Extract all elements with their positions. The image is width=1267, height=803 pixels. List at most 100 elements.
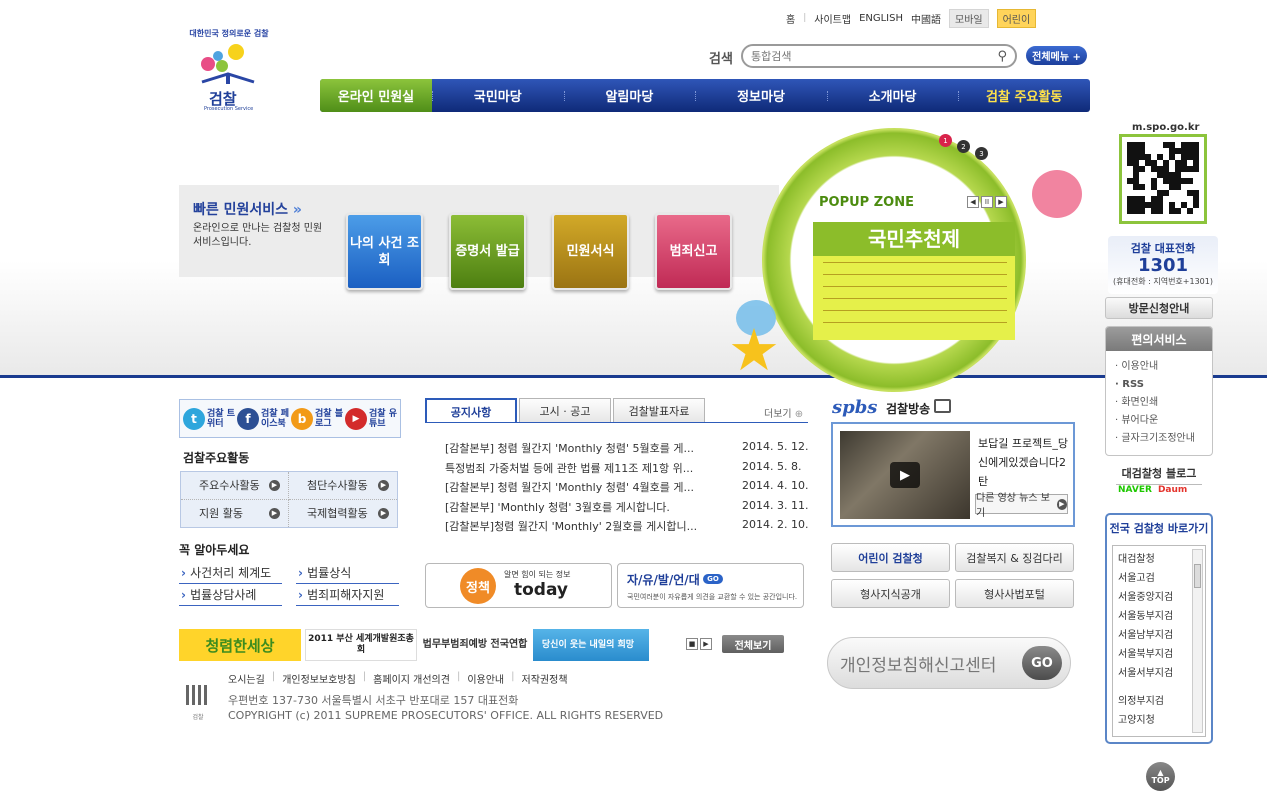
kids-prosecution-button[interactable]: 어린이 검찰청 — [831, 543, 950, 572]
popup-next-icon[interactable]: ▶ — [995, 196, 1007, 208]
conv-print-link[interactable]: 화면인쇄 — [1115, 394, 1212, 412]
popup-pause-icon[interactable]: II — [981, 196, 993, 208]
convenience-title: 편의서비스 — [1106, 327, 1212, 351]
privacy-report-banner[interactable]: 개인정보침해신고센터 GO — [827, 637, 1071, 689]
free-speech-banner[interactable]: 자/유/발/언/대 GO 국민여러분이 자유롭게 의견을 교환할 수 있는 공간… — [617, 563, 804, 608]
visit-apply-button[interactable]: 방문신청안내 — [1105, 297, 1213, 319]
prosecution-logo[interactable]: 대한민국 정의로운 검찰 검찰 Prosecution Service — [178, 22, 278, 114]
footer-logo-text: 검찰 — [192, 714, 204, 721]
footer-link[interactable]: 오시는길 — [228, 671, 265, 686]
crime-report-button[interactable]: 범죄신고 — [655, 213, 732, 290]
nationwide-offices-panel: 전국 검찰청 바로가기 대검찰청 서울고검 서울중앙지검 서울동부지검 서울남부… — [1105, 513, 1213, 744]
activity-item[interactable]: 주요수사활동 ▶ — [181, 472, 289, 500]
view-all-button[interactable]: 전체보기 — [722, 635, 784, 653]
footer-link[interactable]: 개인정보보호방침 — [282, 671, 356, 686]
must-know-item[interactable]: 범죄피해자지원 — [296, 584, 399, 606]
must-know-item[interactable]: 법률상식 — [296, 562, 399, 584]
popup-page-1[interactable]: 1 — [939, 134, 952, 147]
conv-rss-link[interactable]: RSS — [1115, 376, 1212, 394]
sns-twitter[interactable]: t 검찰 트위터 — [183, 407, 235, 430]
more-videos-button[interactable]: 다른 영상 뉴스 보기 ▶ — [975, 493, 1068, 519]
banner-clean-world[interactable]: 청렴한세상 — [179, 629, 301, 661]
conv-guide-link[interactable]: 이용안내 — [1115, 358, 1212, 376]
criminal-justice-portal-button[interactable]: 형사사법포털 — [955, 579, 1074, 608]
daum-blog-link[interactable]: Daum — [1158, 485, 1187, 495]
spbs-title: 검찰방송 — [886, 402, 931, 416]
popup-page-2[interactable]: 2 — [957, 140, 970, 153]
nav-public-square[interactable]: 국민마당 — [432, 79, 564, 112]
conv-viewer-link[interactable]: 뷰어다운 — [1115, 412, 1212, 430]
util-home-link[interactable]: 홈 — [786, 11, 795, 26]
nav-online-civil[interactable]: 온라인 민원실 — [320, 79, 432, 112]
tab-press-release[interactable]: 검찰발표자료 — [613, 398, 705, 423]
tab-notice[interactable]: 공지사항 — [425, 398, 517, 423]
tab-announcement[interactable]: 고시 · 공고 — [519, 398, 611, 423]
my-case-button[interactable]: 나의 사건 조회 — [346, 213, 423, 290]
banner-hope[interactable]: 당신이 웃는 내일의 희망 — [533, 629, 649, 661]
must-know-item[interactable]: 사건처리 체계도 — [179, 562, 282, 584]
naver-blog-link[interactable]: NAVER — [1118, 485, 1152, 495]
youtube-icon: ▶ — [345, 407, 367, 430]
notice-row[interactable]: [감찰본부] 청렴 월간지 'Monthly 청렴' 5월호를 게... 2014… — [445, 440, 810, 460]
notice-row[interactable]: [감찰본부] 청렴 월간지 'Monthly 청렴' 4월호를 게... 2014… — [445, 479, 810, 499]
activity-item[interactable]: 지원 활동 ▶ — [181, 499, 289, 527]
privacy-go-button[interactable]: GO — [1022, 646, 1062, 680]
arrow-right-icon: ▶ — [269, 479, 280, 491]
civil-forms-button[interactable]: 민원서식 — [552, 213, 629, 290]
must-know-item[interactable]: 법률상담사례 — [179, 584, 282, 606]
activity-label: 주요수사활동 — [199, 479, 260, 493]
search-input[interactable] — [751, 49, 971, 63]
play-icon[interactable]: ▶ — [890, 462, 920, 488]
notice-row[interactable]: [감찰본부] 'Monthly 청렴' 3월호를 게시합니다. 2014. 3. … — [445, 499, 810, 519]
popup-prev-icon[interactable]: ◀ — [967, 196, 979, 208]
sns-facebook[interactable]: f 검찰 페이스북 — [237, 407, 289, 430]
footer-divider: | — [456, 671, 461, 682]
flower-decoration — [1032, 170, 1082, 218]
popup-banner-content — [823, 262, 1007, 334]
all-menu-button[interactable]: 전체메뉴 + — [1026, 46, 1087, 65]
search-icon[interactable]: ⚲ — [997, 49, 1007, 64]
nav-main-activities[interactable]: 검찰 주요활동 — [958, 79, 1090, 112]
top-button[interactable]: ▲ TOP — [1146, 762, 1175, 791]
search-label: 검색 — [709, 52, 733, 67]
policy-today-banner[interactable]: 정책 알면 힘이 되는 정보 today — [425, 563, 612, 608]
strip-next-icon[interactable]: ▶ — [700, 638, 712, 650]
kids-tag[interactable]: 어린이 — [996, 8, 1037, 28]
criminal-knowledge-button[interactable]: 형사지식공개 — [831, 579, 950, 608]
activity-item[interactable]: 국제협력활동 ▶ — [289, 500, 397, 528]
twitter-icon: t — [183, 407, 205, 430]
conv-fontsize-link[interactable]: 글자크기조정안내 — [1115, 430, 1212, 448]
top-label: TOP — [1151, 775, 1170, 785]
util-chinese-link[interactable]: 中國語 — [911, 11, 941, 26]
sns-youtube[interactable]: ▶ 검찰 유튜브 — [345, 407, 397, 430]
sns-blog[interactable]: b 검찰 블로그 — [291, 407, 343, 430]
convenience-panel: 편의서비스 이용안내 RSS 화면인쇄 뷰어다운 글자크기조정안내 — [1105, 326, 1213, 456]
notice-more-link[interactable]: 더보기 ⊕ — [764, 405, 803, 420]
welfare-bridge-button[interactable]: 검찰복지 & 징검다리 — [955, 543, 1074, 572]
util-sitemap-link[interactable]: 사이트맵 — [814, 11, 851, 26]
logo-subtext: Prosecution Service — [204, 106, 254, 112]
footer-link[interactable]: 저작권정책 — [522, 671, 568, 686]
strip-stop-icon[interactable]: ■ — [686, 638, 698, 650]
banner-crime-prevention[interactable]: 법무부범죄예방 전국연합 — [421, 629, 529, 661]
free-speech-title: 자/유/발/언/대 — [627, 573, 700, 587]
video-caption[interactable]: 보답길 프로젝트_당신에게있겠습니다2탄 — [978, 434, 1072, 491]
nav-info-square[interactable]: 정보마당 — [695, 79, 827, 112]
nav-intro-square[interactable]: 소개마당 — [826, 79, 959, 112]
offices-scrollbar[interactable] — [1192, 549, 1203, 733]
popup-page-3[interactable]: 3 — [975, 147, 988, 160]
popup-banner[interactable]: 국민추천제 — [813, 222, 1015, 340]
nav-notice-square[interactable]: 알림마당 — [563, 79, 696, 112]
mobile-tag[interactable]: 모바일 — [949, 8, 989, 28]
notice-row[interactable]: [감찰본부]청렴 월간지 'Monthly' 2월호를 게시합니... 2014.… — [445, 518, 810, 538]
main-activities-grid: 주요수사활동 ▶ 첨단수사활동 ▶ 지원 활동 ▶ 국제협력활동 ▶ — [180, 471, 398, 528]
certificate-button[interactable]: 증명서 발급 — [449, 213, 526, 290]
notice-row[interactable]: 특정범죄 가중처벌 등에 관한 법률 제11조 제1항 위... 2014. 5.… — [445, 460, 810, 480]
video-thumbnail[interactable]: ▶ — [840, 431, 970, 519]
footer-link[interactable]: 홈페이지 개선의견 — [373, 671, 450, 686]
banner-busan-2011[interactable]: 2011 부산 세계개발원조총회 — [305, 629, 417, 661]
notice-date: 2014. 3. 11. — [742, 498, 809, 512]
activity-item[interactable]: 첨단수사활동 ▶ — [289, 472, 397, 500]
footer-link[interactable]: 이용안내 — [467, 671, 504, 686]
util-english-link[interactable]: ENGLISH — [859, 13, 903, 24]
